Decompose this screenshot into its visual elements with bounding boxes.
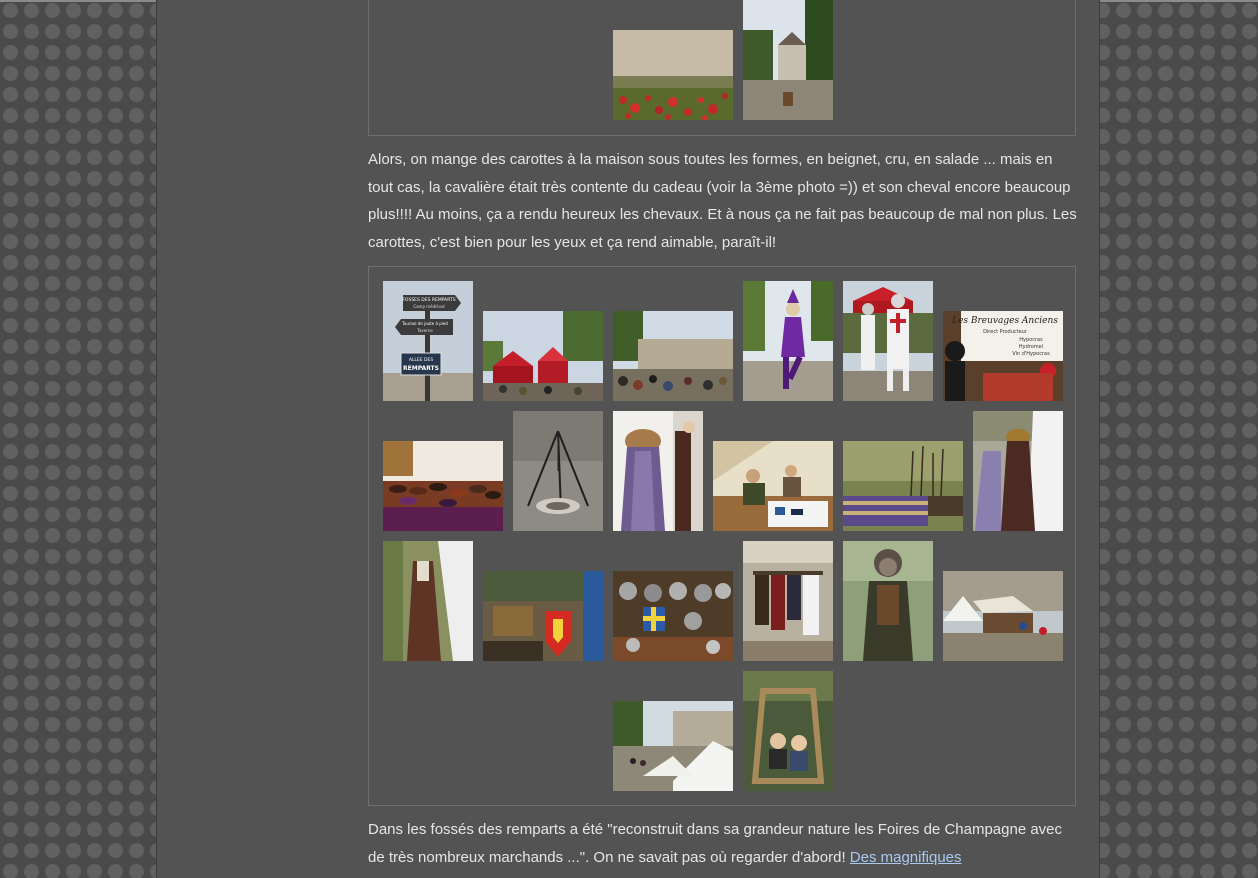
thumb-castle-gate[interactable] [743, 0, 833, 120]
sign-breuvages-l1-text: Hypocras [1019, 337, 1043, 343]
thumb-craftsman[interactable] [713, 441, 833, 531]
thumb-templar[interactable] [843, 281, 933, 401]
sign-breuvages-text: Les Breuvages Anciens [951, 316, 1058, 326]
sign-fosses-sub-text: Camp médiéval [413, 304, 444, 309]
thumb-white-dress[interactable] [973, 411, 1063, 531]
thumb-red-tents[interactable] [483, 311, 603, 401]
sign-breuvages-l2-text: Hydromel [1019, 344, 1043, 350]
thumb-jester[interactable] [743, 281, 833, 401]
thumb-signpost[interactable]: FOSSES DES REMPARTS Camp médiéval Tourno… [383, 281, 473, 401]
thumb-fur-dress[interactable] [613, 411, 703, 531]
thumb-breuvages[interactable]: Les Breuvages Anciens Direct Producteur … [943, 311, 1063, 401]
photo-gallery-main: FOSSES DES REMPARTS Camp médiéval Tourno… [368, 266, 1076, 806]
thumb-white-tents[interactable] [943, 571, 1063, 661]
thumb-costumed-man[interactable] [843, 541, 933, 661]
sign-remparts-text: REMPARTS [403, 365, 439, 372]
paragraph-remparts: Dans les fossés des remparts a été "reco… [368, 816, 1080, 871]
thumb-wooden-frame[interactable] [743, 671, 833, 791]
sign-allee-text: ALLEE DES [409, 357, 434, 363]
sign-taverne-text: Taverne [416, 328, 433, 333]
thumb-helmets[interactable] [613, 571, 733, 661]
sign-tournoi-text: Tournoi de joute à pied [401, 321, 448, 326]
thumb-rampart-crowd[interactable] [613, 311, 733, 401]
link-des-magnifiques[interactable]: Des magnifiques [850, 849, 962, 866]
thumb-clothes-stall[interactable] [743, 541, 833, 661]
sign-breuvages-sub-text: Direct Producteur [983, 329, 1028, 335]
thumb-shoe-stall[interactable] [383, 441, 503, 531]
thumb-tripod[interactable] [513, 411, 603, 531]
thumb-shields[interactable] [483, 571, 603, 661]
photo-gallery-top [368, 0, 1076, 136]
thumb-tents-rampart-path[interactable] [613, 701, 733, 791]
thumb-poppies-rampart[interactable] [613, 30, 733, 120]
sign-breuvages-l3-text: Vin d'Hypocras [1012, 351, 1050, 357]
content-column: Alors, on mange des carottes à la maison… [156, 0, 1100, 878]
thumb-brown-dress[interactable] [383, 541, 473, 661]
paragraph-carrots: Alors, on mange des carottes à la maison… [368, 151, 1077, 251]
sign-fosses-text: FOSSES DES REMPARTS [402, 297, 455, 303]
thumb-weapons-rack[interactable] [843, 441, 963, 531]
